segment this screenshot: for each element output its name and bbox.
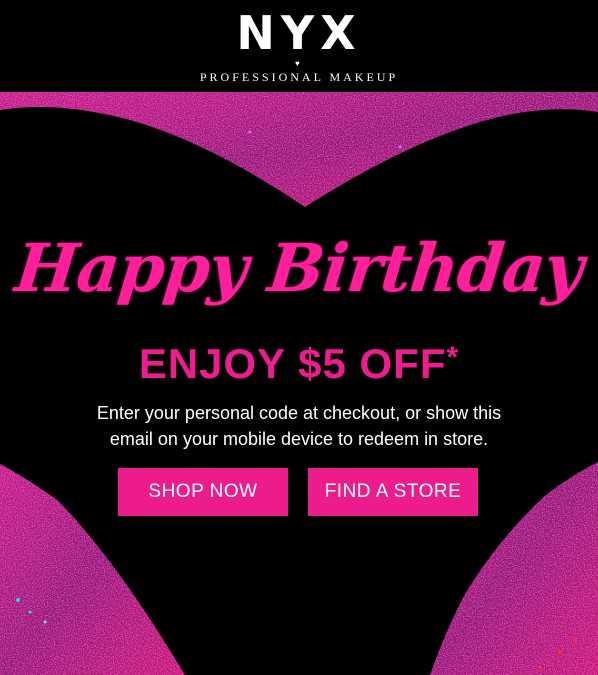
offer-text: ENJOY $5 OFF: [138, 340, 447, 387]
heart-icon: ♥: [295, 59, 300, 68]
redeem-line-1: Enter your personal code at checkout, or…: [96, 403, 502, 423]
find-a-store-button[interactable]: FIND A STORE: [308, 468, 478, 516]
birthday-email: NYX ♥ PROFESSIONAL MAKEUP Happy Birthday…: [0, 0, 598, 675]
offer-asterisk: *: [446, 341, 460, 374]
nyx-logo[interactable]: NYX: [0, 8, 598, 58]
offer-heading: ENJOY $5 OFF*: [0, 338, 598, 390]
shop-now-button[interactable]: SHOP NOW: [118, 468, 288, 516]
happy-birthday-headline: Happy Birthday: [11, 229, 587, 307]
logo-tagline: PROFESSIONAL MAKEUP: [199, 70, 399, 84]
redeem-line-2: email on your mobile device to redeem in…: [109, 429, 489, 449]
redeem-instructions: Enter your personal code at checkout, or…: [0, 400, 598, 452]
brand-header: NYX ♥ PROFESSIONAL MAKEUP: [0, 0, 598, 92]
